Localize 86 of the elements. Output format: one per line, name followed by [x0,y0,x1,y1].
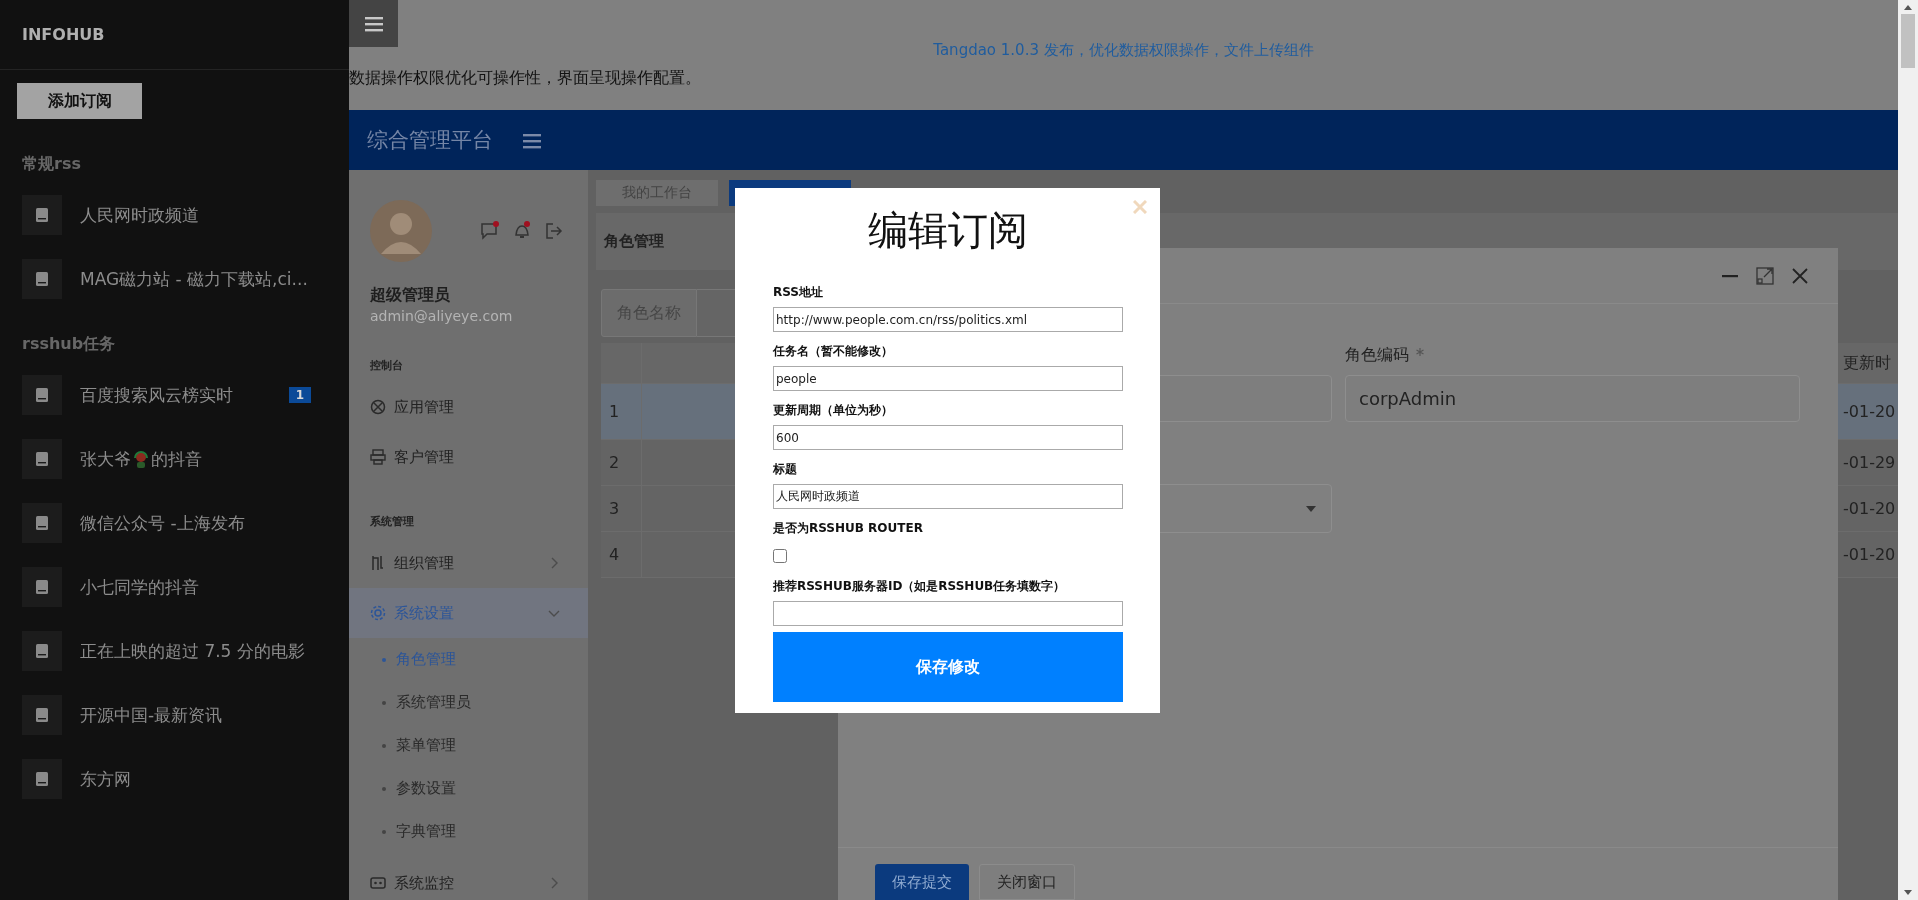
input-field[interactable]: corpAdmin [1345,375,1800,422]
user-email: admin@aliyeye.com [370,307,513,326]
nav-item[interactable]: 组织管理 [349,538,588,588]
book-icon [36,708,48,722]
submit-button[interactable]: 保存提交 [875,864,969,900]
add-subscription-button[interactable]: 添加订阅 [17,83,142,119]
input-field[interactable] [773,601,1123,626]
scrollbar[interactable] [1898,0,1918,900]
book-icon [36,772,48,786]
table-cell-text: 3 [608,499,621,518]
table-cell-text: -01-20 [1842,499,1897,518]
feed-item[interactable]: 微信公众号 -上海发布 [80,511,245,535]
feed-item[interactable]: 的抖音 [151,447,202,471]
table-cell-text: 2 [608,453,621,472]
column-header: 更新时 [1842,352,1892,374]
book-icon [36,452,48,466]
field-label: RSS地址 [773,284,823,300]
modal-title: 编辑订阅 [868,206,1028,255]
printer-icon [370,449,386,465]
scrollbar-thumb[interactable] [1901,14,1915,68]
feed-item[interactable]: 小七同学的抖音 [80,575,199,599]
field-label: 推荐RSSHUB服务器ID（如是RSSHUB任务填数字） [773,578,1066,594]
group-title: rsshub任务 [22,334,116,354]
panel-title: 角色管理 [604,232,664,251]
nav-item[interactable]: 应用管理 [349,382,588,432]
save-button[interactable]: 保存修改 [773,632,1123,702]
scroll-up-icon[interactable] [1904,5,1912,10]
count-badge: 1 [288,387,311,403]
nav-item[interactable]: 系统监控 [349,858,588,900]
input-field[interactable]: people [773,366,1123,391]
feed-item[interactable]: 人民网时政频道 [80,203,199,227]
feed-item[interactable]: 张大爷 [80,447,131,471]
menu-icon[interactable] [523,131,541,149]
brand-title: INFOHUB [22,25,105,44]
scroll-down-icon[interactable] [1904,890,1912,895]
robot-icon [370,875,386,891]
section-title: 控制台 [370,358,403,374]
table-cell-text: 4 [608,545,621,564]
avatar [370,200,432,262]
close-button[interactable]: 关闭窗口 [979,864,1075,900]
input-field[interactable]: http://www.people.com.cn/rss/politics.xml [773,307,1123,332]
close-icon[interactable] [1791,266,1809,285]
feed-item[interactable]: 开源中国-最新资讯 [80,703,223,727]
checkbox[interactable] [773,549,787,563]
maximize-icon[interactable] [1756,266,1774,285]
input-field[interactable]: 人民网时政频道 [773,484,1123,509]
section-title: 系统管理 [370,514,414,530]
bell-icon[interactable] [512,221,532,241]
feed-item[interactable]: MAG磁力站 - 磁力下载站,ci... [80,267,308,291]
figure-icon [133,450,149,468]
field-label: 任务名（暂不能修改） [773,343,893,359]
field-label: 角色编码 [1345,345,1800,375]
book-icon [36,516,48,530]
caret-icon [1306,505,1316,512]
field-label: 更新周期（单位为秒） [773,402,893,418]
user-name: 超级管理员 [370,284,450,306]
book-icon [36,272,48,286]
field-label: 是否为RSSHUB ROUTER [773,520,923,536]
book-icon [36,580,48,594]
submenu-item[interactable]: 菜单管理 [370,724,588,767]
table-cell-text: -01-20 [1842,545,1897,564]
menu-icon[interactable] [364,15,383,32]
logout-icon[interactable] [544,221,564,241]
app-title: 综合管理平台 [367,127,493,154]
feed-item[interactable]: 正在上映的超过 7.5 分的电影 [80,639,305,663]
nav-item[interactable]: 客户管理 [349,432,588,482]
book-icon [36,208,48,222]
gear-icon [370,605,386,621]
input-field[interactable]: 600 [773,425,1123,450]
book-icon [36,388,48,402]
table-cell-text: -01-29 [1842,453,1897,472]
feed-item[interactable]: 东方网 [80,767,131,791]
chat-icon[interactable] [480,221,500,241]
group-title: 常规rss [22,154,81,174]
feed-item[interactable]: 百度搜索风云榜实时 [80,383,233,407]
submenu-item[interactable]: 系统管理员 [370,681,588,724]
submenu-item[interactable]: 字典管理 [370,810,588,853]
field-label: 标题 [773,461,797,477]
table-cell-text: -01-20 [1842,402,1897,421]
intro-text: 数据操作权限优化可操作性，界面呈现操作配置。 [349,67,701,89]
submenu-item[interactable]: 参数设置 [370,767,588,810]
book-icon [36,644,48,658]
branch-icon [370,555,386,571]
table-cell-text: 1 [608,402,621,421]
menu-button[interactable] [349,0,398,47]
circle-icon [370,399,386,415]
